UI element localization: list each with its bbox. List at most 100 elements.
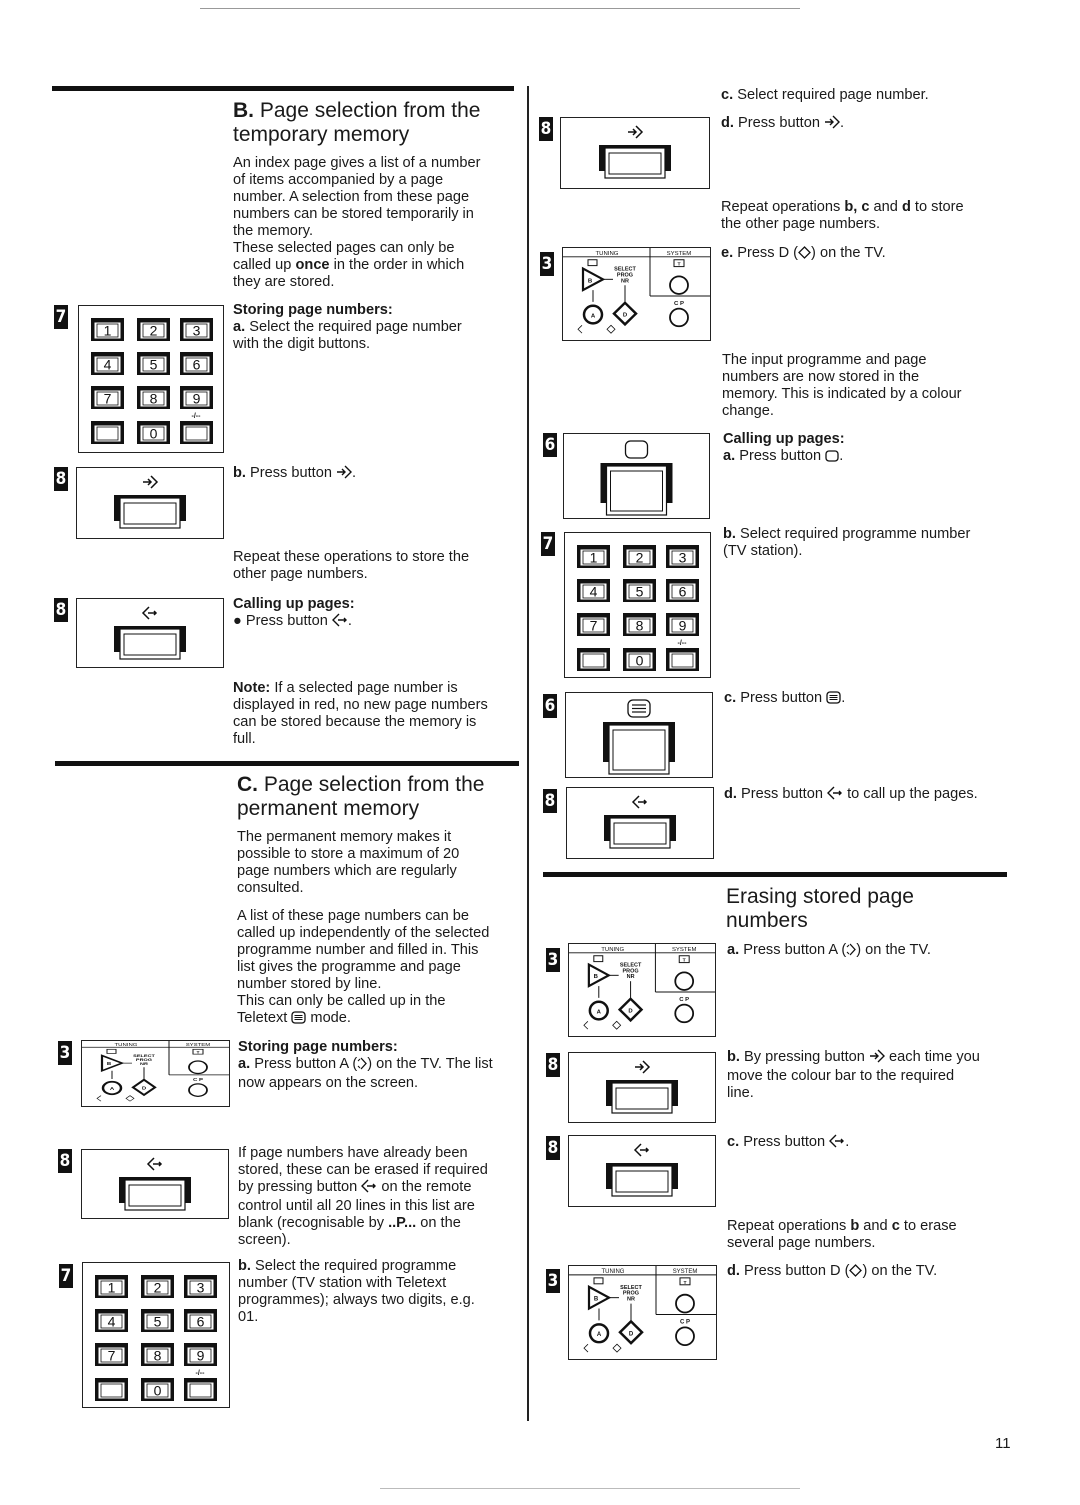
- erase-text: blank (recognisable by: [238, 1215, 389, 1231]
- section-c-step-d: d. Press button .: [721, 115, 844, 134]
- digit-key: 1: [91, 318, 124, 341]
- a-symbol-icon: [583, 1021, 589, 1030]
- button-a-symbol-icon: [357, 1057, 368, 1075]
- section-b-rule: [52, 86, 514, 91]
- button-face: [608, 724, 670, 775]
- step-text: Press button: [733, 115, 825, 131]
- tuning-label: TUNING: [596, 251, 619, 257]
- digit-key: [95, 1378, 128, 1401]
- erase-step-a: a. Press button A () on the TV.: [727, 942, 931, 961]
- digit-key: 6: [666, 579, 699, 602]
- nr-label: NR: [621, 278, 629, 284]
- intro-line: The permanent memory makes it: [237, 829, 452, 845]
- teletext-icon: [291, 1011, 307, 1029]
- intro-line: programme number and filled in. This: [237, 942, 479, 958]
- repeat-text: other page numbers.: [233, 566, 368, 582]
- key-face: [186, 1381, 215, 1400]
- button-a-label: A: [597, 1010, 602, 1016]
- recall-button-figure: [76, 598, 224, 668]
- nr-label: NR: [140, 1062, 149, 1067]
- stored-text: numbers are now stored in the: [722, 369, 920, 385]
- recall-arrow-icon: [141, 606, 158, 620]
- source-icon: [106, 1048, 117, 1054]
- button-a-label: A: [110, 1087, 115, 1092]
- tuning-label: TUNING: [602, 1269, 625, 1275]
- op-letter: b: [850, 1218, 860, 1234]
- digit-key: 2: [137, 318, 170, 341]
- calling-label: Calling up pages:: [723, 431, 845, 447]
- step-text: ) on the TV. The list: [367, 1056, 493, 1072]
- tv-panel-figure: TUNING SYSTEM B SELECT PROG NR A D T C P: [568, 943, 716, 1037]
- intro-text: in the order in which: [329, 257, 465, 273]
- section-c-call-c: c. Press button .: [724, 690, 845, 709]
- digit-key: 8: [137, 386, 170, 409]
- note-text: If a selected page number is: [270, 680, 458, 696]
- store-arrow-icon: [824, 115, 841, 134]
- button-t-label: T: [677, 262, 680, 268]
- section-c-intro1: The permanent memory makes it possible t…: [237, 829, 527, 897]
- step-text: By pressing button: [739, 1049, 869, 1065]
- step-text: Select the required page number: [245, 319, 462, 335]
- erase-step-c: c. Press button .: [727, 1134, 849, 1153]
- key-label: 7: [108, 1348, 116, 1364]
- key-label: 7: [590, 618, 598, 634]
- key-label: 1: [104, 323, 112, 339]
- key-label: 0: [636, 653, 644, 669]
- key-label: 6: [197, 1314, 205, 1330]
- figure-tag: 7: [541, 532, 555, 556]
- d-symbol-icon: [612, 1020, 622, 1030]
- system-label: SYSTEM: [672, 947, 697, 953]
- key-label: 9: [193, 391, 201, 407]
- recall-button-figure: [566, 787, 714, 859]
- digit-keypad-drawing: 1 2 3 4 5 6 7 8 9 0 -/--: [95, 1275, 217, 1401]
- digit-key: 8: [141, 1343, 174, 1366]
- tuning-label: TUNING: [601, 947, 624, 953]
- button-face: [605, 465, 668, 516]
- key-label: 4: [104, 357, 112, 373]
- intro-line: possible to store a maximum of 20: [237, 846, 460, 862]
- repeat-text: Repeat these operations to store the: [233, 549, 470, 565]
- select-label: SELECT: [133, 1054, 155, 1059]
- button-a-symbol-icon: [846, 943, 857, 961]
- nr-label: NR: [627, 974, 635, 980]
- repeat-text: to store: [910, 199, 964, 215]
- button-a-label: A: [597, 1332, 602, 1338]
- system-label: SYSTEM: [186, 1043, 211, 1048]
- digit-keypad-drawing: 1 2 3 4 5 6 7 8 9 0 -/--: [91, 318, 213, 444]
- digit-key: [577, 648, 610, 671]
- figure-tag: 6: [543, 433, 557, 457]
- cp-label: C P: [674, 301, 684, 307]
- step-letter: d.: [727, 1263, 740, 1279]
- step-text: to call up the pages.: [843, 786, 978, 802]
- erase-text: screen).: [238, 1232, 291, 1248]
- store-arrow-icon: [336, 465, 353, 484]
- recall-button-figure: [568, 1135, 716, 1207]
- tv-panel-drawing: TUNING SYSTEM B SELECTPROGNR A D T C P: [82, 1041, 229, 1102]
- keypad-figure: 1 2 3 4 5 6 7 8 9 0 -/--: [78, 305, 224, 453]
- erase-text: If page numbers have already been: [238, 1145, 468, 1161]
- erase-text: by pressing button: [238, 1179, 362, 1195]
- section-c-title-line1: Page selection from the: [263, 773, 485, 796]
- key-label: 4: [108, 1314, 116, 1330]
- figure-tag: 3: [546, 948, 560, 972]
- button-d-label: D: [142, 1086, 147, 1091]
- section-c-letter: C.: [237, 773, 258, 796]
- note-text: can be stored because the memory is: [233, 714, 477, 730]
- system-button-icon: [669, 275, 689, 295]
- intro-line: These selected pages can only be: [233, 240, 455, 256]
- erase-step-d: d. Press button D () on the TV.: [727, 1263, 937, 1282]
- step-text: 01.: [238, 1309, 259, 1325]
- digit-key: 7: [95, 1343, 128, 1366]
- section-c-calling: Calling up pages: a. Press button .: [723, 431, 845, 467]
- key-face: [668, 651, 697, 670]
- section-erase-rule: [543, 872, 1007, 877]
- digit-key: 0: [137, 421, 170, 444]
- step-letter: c.: [721, 87, 734, 103]
- figure-tag: 8: [546, 1053, 560, 1077]
- step-letter: d.: [721, 115, 734, 131]
- key-label: 0: [150, 426, 158, 442]
- repeat-text: the other page numbers.: [721, 216, 881, 232]
- repeat-text: and: [869, 199, 902, 215]
- a-symbol-icon: [577, 325, 583, 334]
- source-icon: [587, 259, 598, 267]
